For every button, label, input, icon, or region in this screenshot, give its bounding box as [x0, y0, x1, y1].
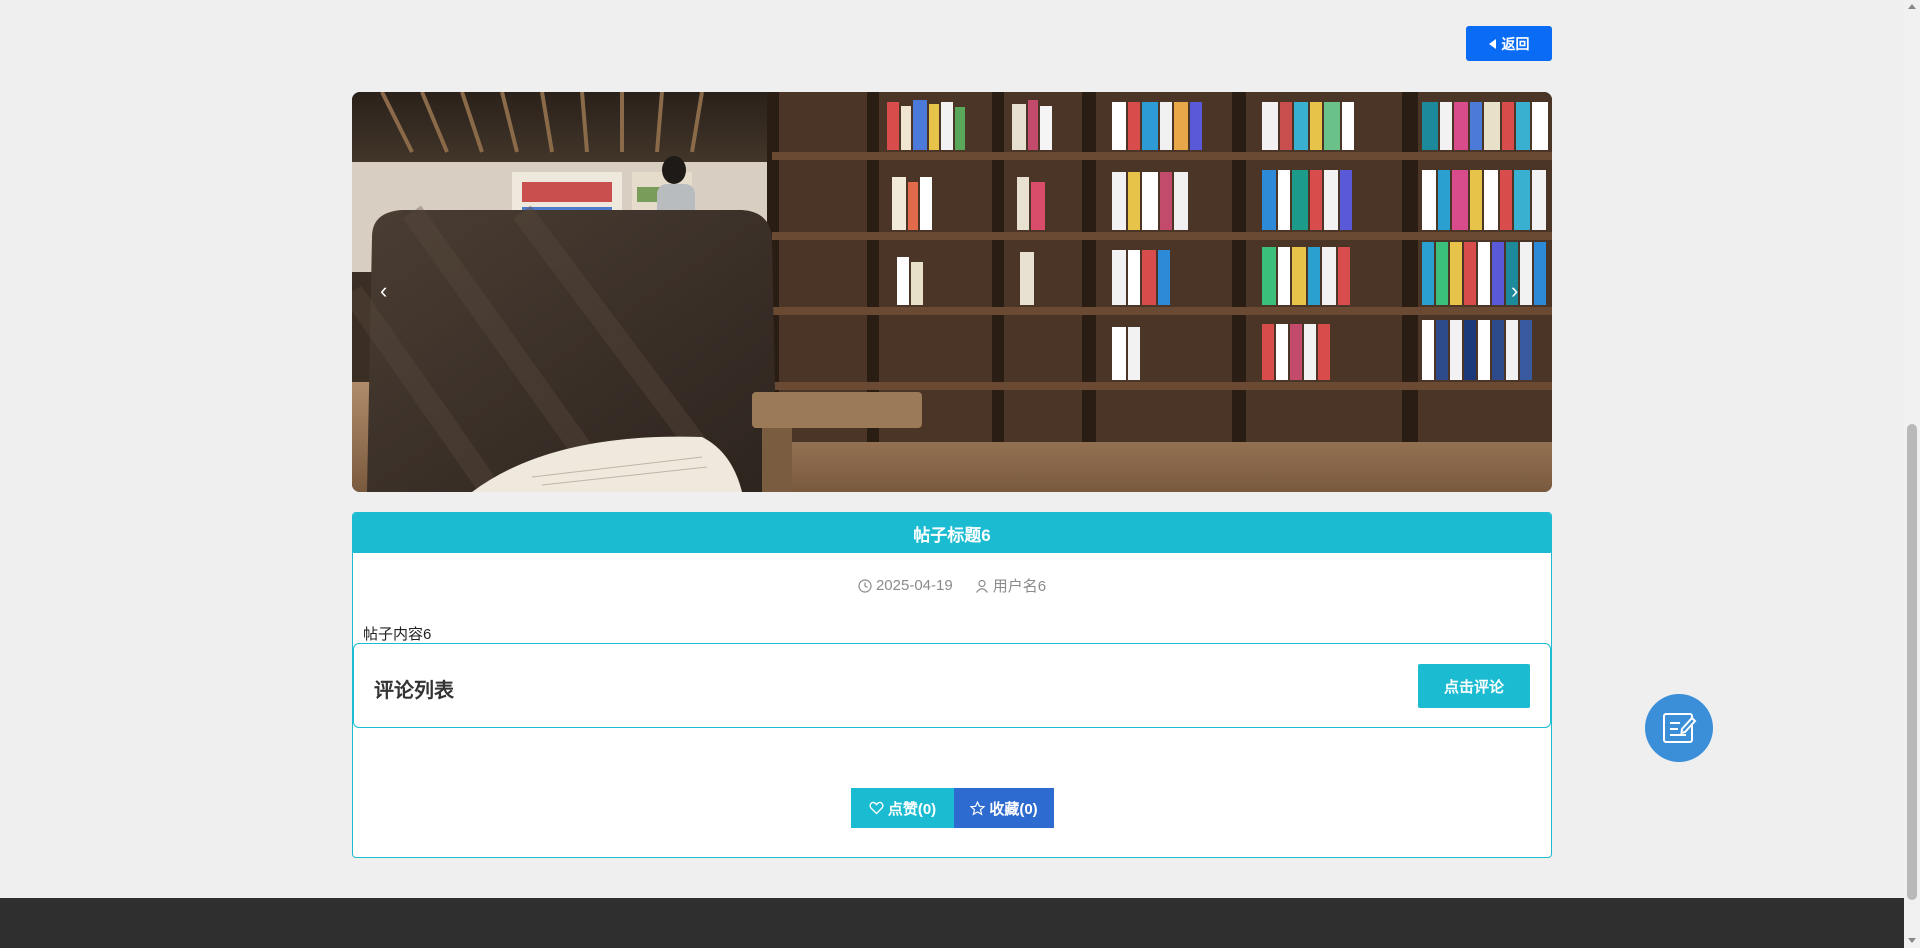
caret-left-icon — [1488, 38, 1496, 49]
edit-note-icon — [1663, 713, 1697, 743]
back-button[interactable]: 返回 — [1466, 26, 1552, 61]
post-actions: 点赞(0) 收藏(0) — [851, 788, 1054, 828]
back-button-label: 返回 — [1501, 35, 1530, 52]
like-button-label: 点赞(0) — [887, 800, 937, 818]
vertical-scrollbar[interactable] — [1904, 0, 1920, 948]
heart-icon — [869, 801, 884, 815]
post-content: 帖子内容6 — [363, 626, 432, 643]
page: 返回 ‹ › 帖子标题6 2025-04-19 用户名6 帖子内容6 评论列表 … — [0, 0, 1920, 948]
post-date: 2025-04-19 — [858, 575, 953, 596]
floating-post-button[interactable] — [1645, 694, 1713, 762]
favorite-button-label: 收藏(0) — [989, 800, 1038, 818]
post-title: 帖子标题6 — [353, 513, 1551, 553]
scrollbar-thumb[interactable] — [1907, 424, 1917, 900]
favorite-button[interactable]: 收藏(0) — [954, 788, 1054, 828]
comments-section: 评论列表 点击评论 — [353, 643, 1551, 728]
carousel-slide-image — [352, 92, 1552, 492]
post-date-text: 2025-04-19 — [875, 577, 953, 594]
carousel-next-button[interactable]: › — [1511, 280, 1518, 302]
clock-icon — [858, 578, 872, 593]
post-meta: 2025-04-19 用户名6 — [353, 575, 1551, 596]
carousel-prev-button[interactable]: ‹ — [380, 280, 387, 302]
add-comment-button[interactable]: 点击评论 — [1418, 664, 1530, 708]
scroll-down-icon[interactable] — [1908, 938, 1916, 943]
page-footer — [0, 898, 1904, 948]
post-author-text: 用户名6 — [992, 578, 1047, 595]
user-icon — [975, 579, 988, 593]
comments-title: 评论列表 — [374, 680, 454, 702]
image-carousel[interactable] — [352, 92, 1552, 492]
post-card: 帖子标题6 2025-04-19 用户名6 帖子内容6 评论列表 点击评论 点赞… — [352, 512, 1552, 858]
star-icon — [970, 800, 986, 816]
post-author: 用户名6 — [975, 575, 1046, 596]
scroll-up-icon[interactable] — [1908, 4, 1916, 9]
like-button[interactable]: 点赞(0) — [851, 788, 954, 828]
